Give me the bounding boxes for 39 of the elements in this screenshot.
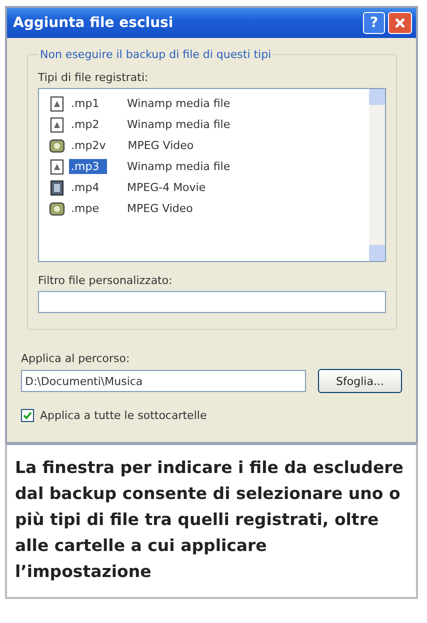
close-icon [394, 17, 406, 29]
checkbox-label: Applica a tutte le sottocartelle [40, 409, 207, 422]
file-extension: .mp4 [70, 180, 100, 195]
group-label: Non eseguire il backup di file di questi tipi [39, 48, 272, 61]
check-icon [22, 410, 33, 421]
file-icon [49, 96, 65, 112]
filter-label: Filtro file personalizzato: [38, 274, 174, 287]
file-description: Winamp media file [127, 160, 230, 173]
file-type-row[interactable]: .mp1 Winamp media file [49, 93, 369, 114]
close-button[interactable] [388, 12, 412, 34]
file-type-row[interactable]: .mp2 Winamp media file [49, 114, 369, 135]
file-description: MPEG-4 Movie [127, 181, 206, 194]
file-description: Winamp media file [127, 97, 230, 110]
help-button[interactable]: ? [363, 12, 385, 34]
file-icon [49, 180, 65, 196]
file-description: MPEG Video [128, 139, 194, 152]
file-extension: .mpe [70, 201, 100, 216]
file-icon [49, 158, 65, 174]
file-type-row[interactable]: .mpe MPEG Video [49, 198, 369, 219]
checkbox[interactable] [21, 409, 34, 422]
file-type-row[interactable]: .mp4 MPEG-4 Movie [49, 177, 369, 198]
file-description: Winamp media file [127, 118, 230, 131]
filter-field[interactable] [38, 291, 386, 313]
file-icon [49, 138, 65, 154]
file-extension: .mp3 [69, 159, 107, 174]
path-label: Applica al percorso: [21, 352, 131, 365]
file-icon [49, 116, 65, 132]
path-field[interactable]: D:\Documenti\Musica [21, 370, 306, 392]
list-label: Tipi di file registrati: [38, 71, 150, 84]
file-extension: .mp2v [70, 138, 107, 153]
window-title: Aggiunta file esclusi [13, 15, 174, 31]
file-extension: .mp1 [70, 96, 100, 111]
browse-button[interactable]: Sfoglia... [318, 369, 402, 393]
file-extension: .mp2 [70, 117, 100, 132]
file-description: MPEG Video [127, 202, 193, 215]
file-type-row[interactable]: .mp2v MPEG Video [49, 135, 369, 156]
file-icon [49, 200, 65, 216]
file-type-row[interactable]: .mp3 Winamp media file [49, 156, 369, 177]
caption-text: La finestra per indicare i file da escludere dal backup consente di selezionare uno o più tipi di file tra quelli registrati, oltre alle cartelle a cui applicare l’impostazione [15, 457, 404, 583]
